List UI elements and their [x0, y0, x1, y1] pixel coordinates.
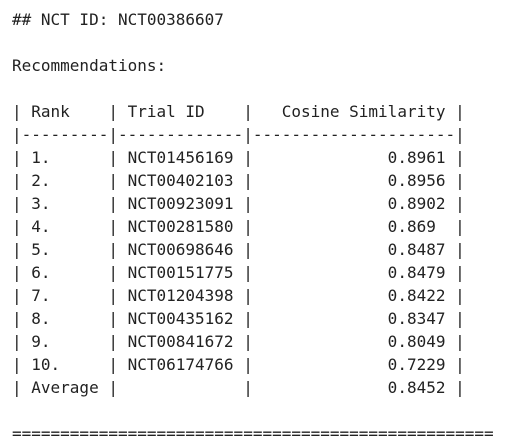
table-row: | 5. | NCT00698646 | 0.8487 | [12, 240, 465, 259]
table-row: | 2. | NCT00402103 | 0.8956 | [12, 171, 465, 190]
footer-rule: ========================================… [12, 424, 494, 443]
table-header: | Rank | Trial ID | Cosine Similarity | [12, 102, 465, 121]
table-row: | 8. | NCT00435162 | 0.8347 | [12, 309, 465, 328]
table-row: | 1. | NCT01456169 | 0.8961 | [12, 148, 465, 167]
recommendations-label: Recommendations: [12, 56, 167, 75]
table-row: | 7. | NCT01204398 | 0.8422 | [12, 286, 465, 305]
table-separator: |---------|-------------|---------------… [12, 125, 465, 144]
table-row-average: | Average | | 0.8452 | [12, 378, 465, 397]
table-row: | 10. | NCT06174766 | 0.7229 | [12, 355, 465, 374]
nct-heading: ## NCT ID: NCT00386607 [12, 10, 224, 29]
table-row: | 6. | NCT00151775 | 0.8479 | [12, 263, 465, 282]
document-body: ## NCT ID: NCT00386607 Recommendations: … [12, 8, 494, 445]
table-row: | 3. | NCT00923091 | 0.8902 | [12, 194, 465, 213]
table-row: | 9. | NCT00841672 | 0.8049 | [12, 332, 465, 351]
table-row: | 4. | NCT00281580 | 0.869 | [12, 217, 465, 236]
